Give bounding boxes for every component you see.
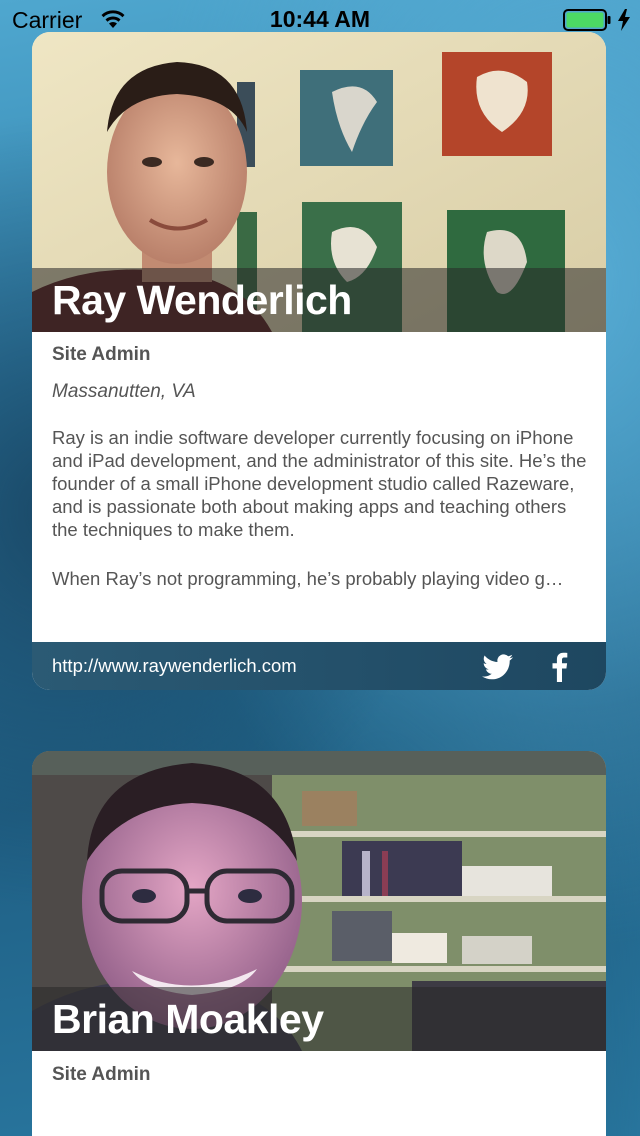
profile-photo: Ray Wenderlich (32, 32, 606, 332)
profile-card[interactable]: Brian Moakley Site Admin (32, 751, 606, 1136)
twitter-icon[interactable] (482, 654, 514, 685)
status-bar: Carrier 10:44 AM (0, 0, 640, 40)
profile-card[interactable]: Ray Wenderlich Site Admin Massanutten, V… (32, 32, 606, 690)
profile-name: Brian Moakley (52, 996, 324, 1042)
profile-role: Site Admin (52, 344, 151, 365)
clock: 10:44 AM (269, 6, 371, 32)
profile-photo: Brian Moakley (32, 751, 606, 1051)
battery-icon (563, 9, 611, 37)
profile-name: Ray Wenderlich (52, 277, 352, 323)
charging-icon (617, 9, 631, 37)
profile-role: Site Admin (52, 1064, 151, 1085)
profile-bio-continued: When Ray’s not programming, he’s probabl… (52, 568, 564, 589)
profile-footer: http://www.raywenderlich.com (32, 642, 606, 690)
profile-bio: Ray is an indie software developer curre… (52, 427, 587, 540)
profile-location: Massanutten, VA (52, 381, 196, 402)
facebook-icon[interactable] (550, 652, 568, 687)
website-link[interactable]: http://www.raywenderlich.com (52, 655, 297, 677)
